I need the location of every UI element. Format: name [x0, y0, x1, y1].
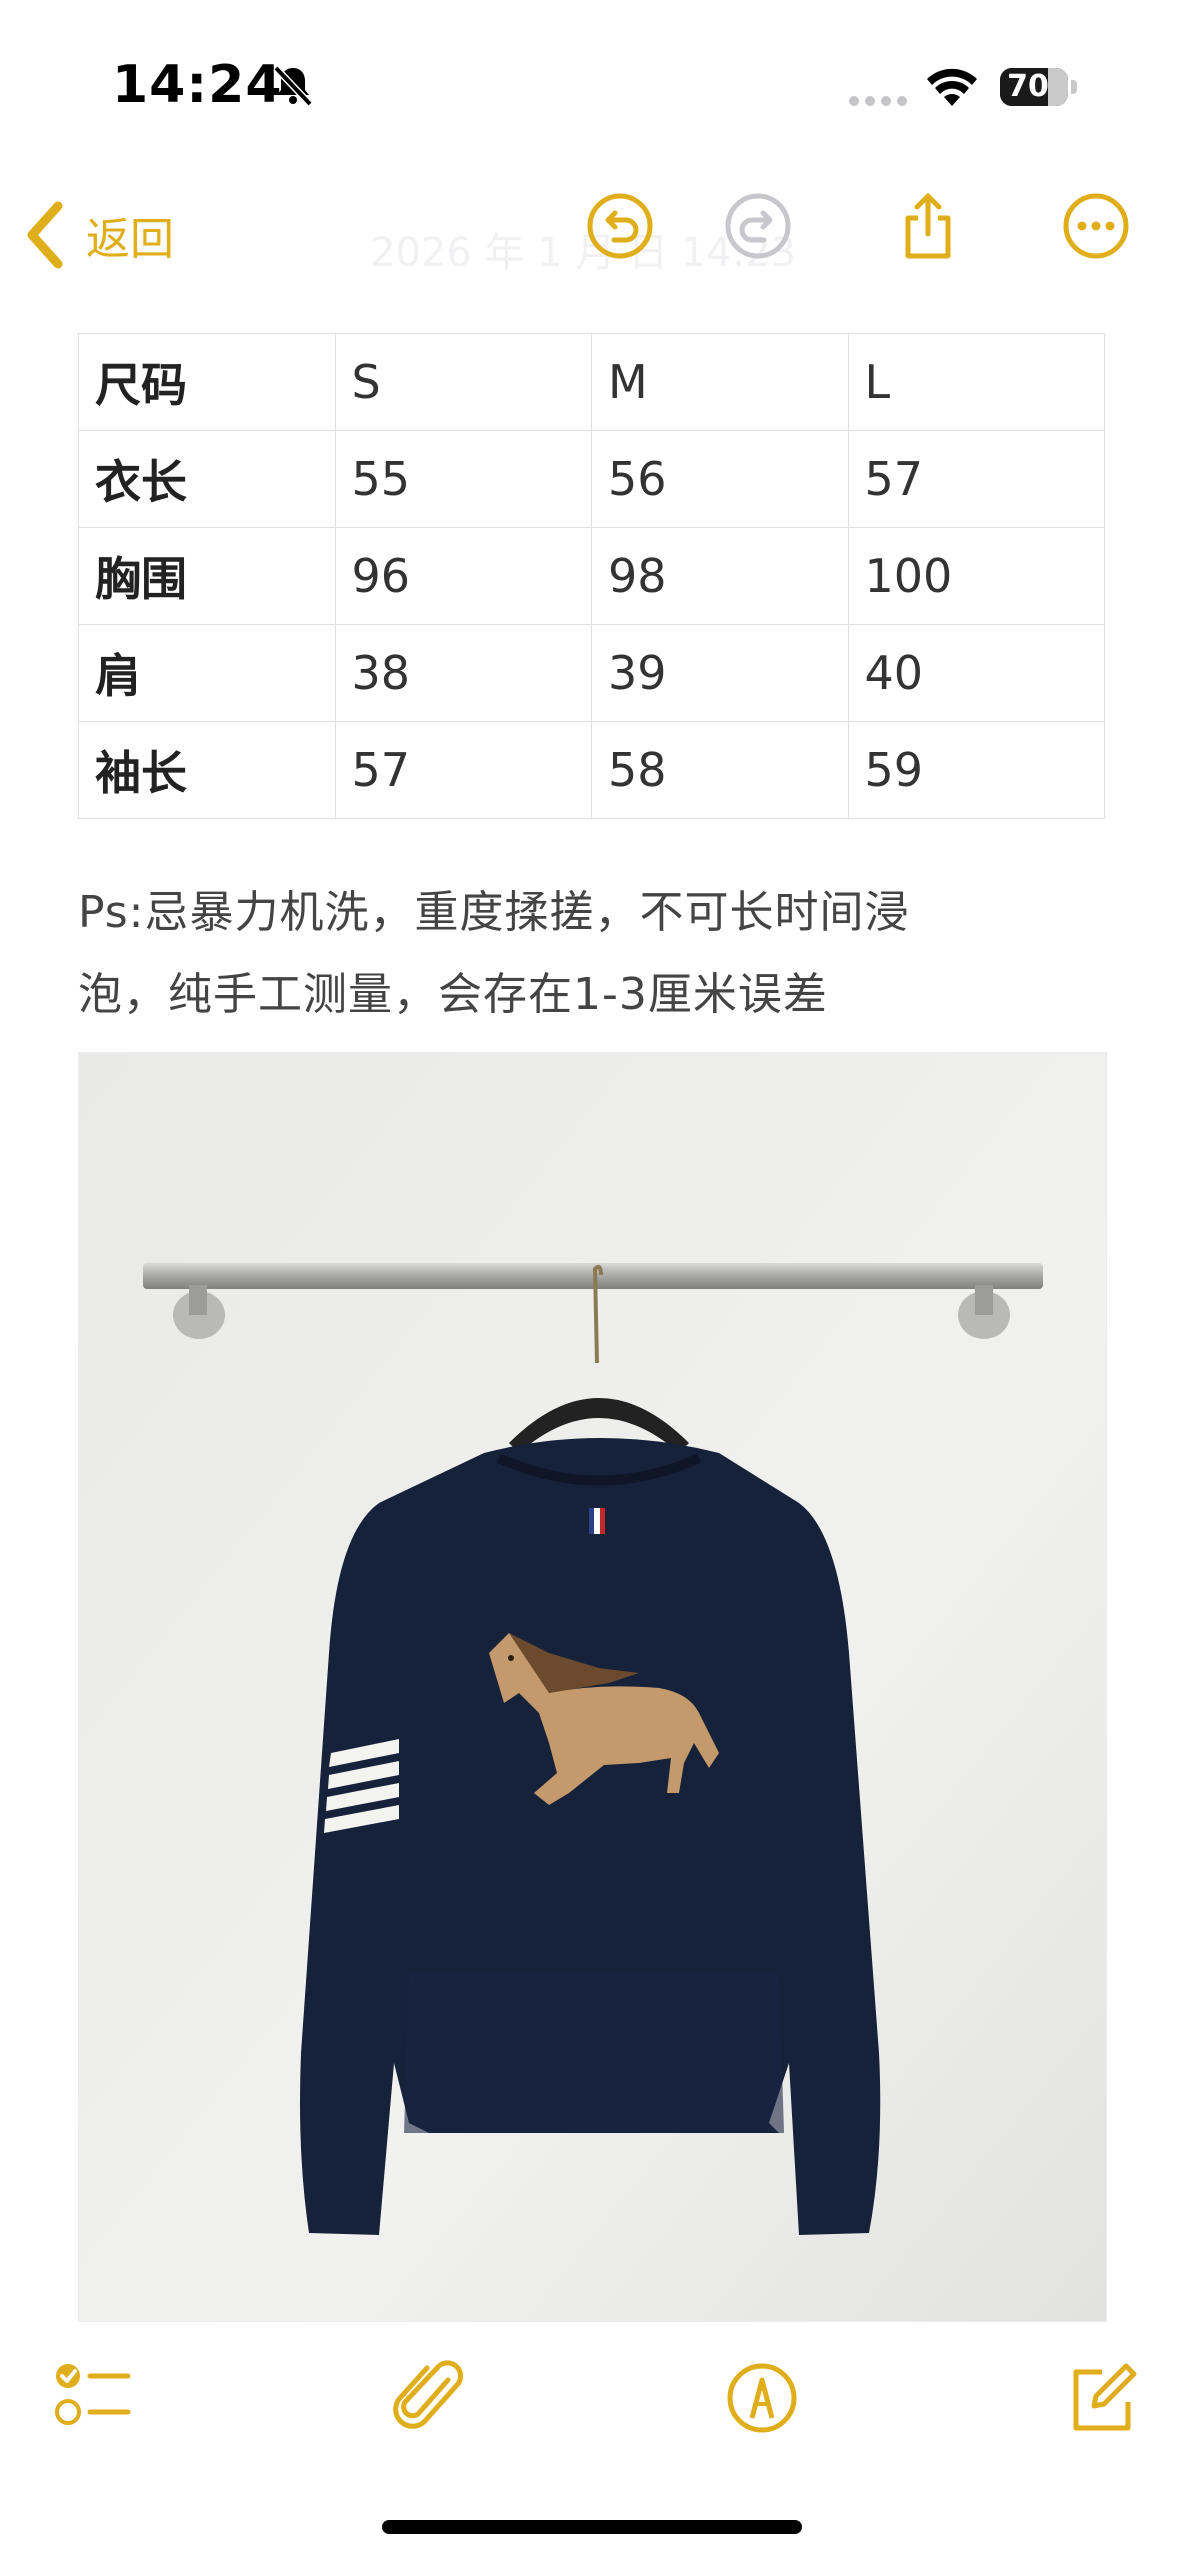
table-cell-s: 38	[334, 624, 592, 722]
size-table: 尺码 S M L 衣长 55 56 57 胸围 96 98 100 肩 38 39 40 袖长 57 58 59	[78, 333, 1105, 819]
sweater-photo-illustration	[79, 1053, 1106, 2321]
table-cell-l: 57	[847, 430, 1105, 528]
care-note-line-2: 泡，纯手工测量，会存在1-3厘米误差	[78, 969, 828, 1020]
more-icon[interactable]	[1060, 190, 1132, 262]
table-cell-m: 39	[591, 624, 849, 722]
product-photo[interactable]	[78, 1052, 1107, 2322]
table-row: 肩 38 39 40	[78, 624, 1105, 722]
battery-cap	[1071, 80, 1077, 94]
table-cell-s: 55	[334, 430, 592, 528]
battery-level: 70	[1007, 69, 1049, 104]
table-cell-m: 58	[591, 721, 849, 819]
table-header-row: 尺码 S M L	[78, 333, 1105, 431]
table-cell-s: S	[334, 333, 592, 431]
table-cell-label: 肩	[78, 624, 336, 722]
table-row: 衣长 55 56 57	[78, 430, 1105, 528]
table-cell-l: 40	[847, 624, 1105, 722]
cellular-signal-icon	[849, 96, 907, 106]
markup-pen-icon[interactable]	[722, 2358, 802, 2438]
table-row: 胸围 96 98 100	[78, 527, 1105, 625]
care-note[interactable]: Ps:忌暴力机洗，重度揉搓，不可长时间浸 泡，纯手工测量，会存在1-3厘米误差	[78, 872, 1118, 1036]
status-bar: 14:24 70	[0, 0, 1179, 170]
back-label: 返回	[86, 214, 174, 265]
chevron-left-icon	[27, 201, 63, 269]
table-cell-m: 98	[591, 527, 849, 625]
battery-icon: 70	[1000, 68, 1068, 106]
table-cell-l: 59	[847, 721, 1105, 819]
table-cell-m: 56	[591, 430, 849, 528]
share-icon[interactable]	[892, 190, 964, 262]
back-button[interactable]: 返回	[24, 195, 174, 275]
table-cell-label: 尺码	[78, 333, 336, 431]
paperclip-icon[interactable]	[390, 2358, 470, 2438]
table-cell-s: 57	[334, 721, 592, 819]
bell-slash-icon	[273, 65, 313, 107]
bottom-toolbar	[0, 2340, 1179, 2480]
table-cell-label: 胸围	[78, 527, 336, 625]
table-cell-m: M	[591, 333, 849, 431]
table-row: 袖长 57 58 59	[78, 721, 1105, 819]
home-indicator[interactable]	[382, 2520, 802, 2534]
table-cell-label: 衣长	[78, 430, 336, 528]
checklist-icon[interactable]	[52, 2358, 132, 2438]
undo-icon[interactable]	[584, 190, 656, 262]
care-note-line-1: Ps:忌暴力机洗，重度揉搓，不可长时间浸	[78, 887, 910, 938]
table-cell-label: 袖长	[78, 721, 336, 819]
compose-icon[interactable]	[1062, 2358, 1142, 2438]
table-cell-l: L	[847, 333, 1105, 431]
nav-bar: 2026 年 1 月 日 14:23 返回	[0, 170, 1179, 300]
status-time: 14:24	[112, 55, 283, 115]
redo-icon[interactable]	[722, 190, 794, 262]
table-cell-l: 100	[847, 527, 1105, 625]
table-cell-s: 96	[334, 527, 592, 625]
wifi-icon	[927, 68, 977, 106]
